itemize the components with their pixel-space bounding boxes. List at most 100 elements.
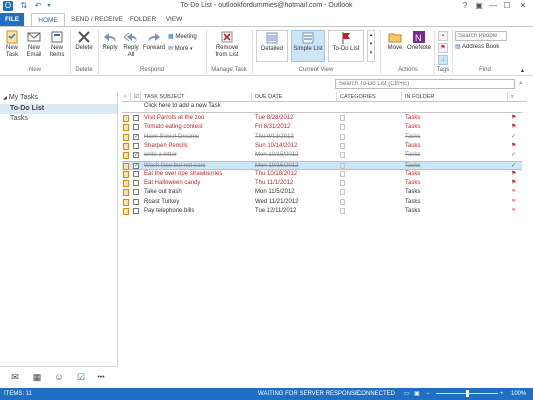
calendar-icon[interactable]: ▦: [30, 372, 44, 383]
category-box[interactable]: [340, 115, 345, 121]
flag-icon[interactable]: ⚑: [511, 198, 521, 207]
task-subject[interactable]: Sharpen Pencils: [144, 142, 252, 151]
tab-view[interactable]: VIEW: [161, 13, 187, 26]
minimize-button[interactable]: —: [486, 0, 500, 12]
task-subject[interactable]: write a letter: [144, 151, 252, 160]
table-row[interactable]: Eat the over ripe strawberries Thu 10/18/…: [122, 170, 522, 179]
complete-checkbox[interactable]: [133, 115, 139, 121]
complete-checkbox[interactable]: [133, 189, 139, 196]
help-button[interactable]: ?: [458, 0, 472, 12]
tasks-icon[interactable]: ☑: [74, 372, 88, 383]
follow-up-button[interactable]: ⚑: [438, 43, 448, 53]
flag-icon[interactable]: ⚑: [511, 179, 521, 188]
category-box[interactable]: [340, 198, 345, 205]
category-box[interactable]: [340, 162, 345, 169]
onenote-button[interactable]: N OneNote: [406, 30, 432, 52]
new-items-button[interactable]: New Items: [46, 30, 68, 59]
icon-column-header[interactable]: ▫: [122, 92, 131, 102]
new-task-prompt[interactable]: Click here to add a new Task: [144, 103, 221, 109]
more-apps-button[interactable]: •••: [94, 372, 108, 383]
table-row[interactable]: Roast Turkey Wed 11/21/2012 Tasks ⚑: [122, 198, 522, 207]
tab-folder[interactable]: FOLDER: [128, 13, 158, 26]
category-box[interactable]: [340, 180, 345, 187]
meeting-button[interactable]: ▦ Meeting: [168, 33, 197, 42]
category-box[interactable]: [340, 189, 345, 196]
tab-home[interactable]: HOME: [31, 13, 65, 27]
table-row[interactable]: ✓ Wash face but not ears Mon 10/15/2012 Tas…: [122, 160, 522, 170]
flag-icon[interactable]: ⚑: [511, 114, 521, 123]
completed-check-icon[interactable]: ✓: [511, 133, 521, 142]
normal-view-icon[interactable]: ▭: [404, 388, 410, 400]
forward-button[interactable]: Forward: [142, 30, 166, 52]
address-book-button[interactable]: ▤ Address Book: [455, 43, 499, 52]
search-people-input[interactable]: [455, 31, 507, 41]
nav-item-to-do-list[interactable]: To-Do List: [10, 105, 44, 112]
new-email-button[interactable]: New Email: [24, 30, 44, 59]
complete-checkbox[interactable]: [133, 142, 139, 149]
complete-checkbox[interactable]: ✓: [133, 162, 139, 169]
table-row[interactable]: Visit Parrots at the zoo Tue 8/28/2012 Tas…: [122, 114, 522, 123]
people-icon[interactable]: ☺: [52, 372, 66, 383]
view-simple-list-button[interactable]: Simple List: [291, 30, 325, 62]
nav-header[interactable]: ◢ My Tasks: [3, 94, 38, 101]
move-button[interactable]: Move: [384, 30, 406, 52]
mail-icon[interactable]: ✉: [8, 372, 22, 383]
zoom-in-icon[interactable]: +: [500, 388, 504, 400]
complete-checkbox[interactable]: ✓: [133, 133, 139, 140]
completed-check-icon[interactable]: ✓: [511, 151, 521, 160]
search-input[interactable]: [335, 79, 515, 89]
task-subject[interactable]: Tomato eating contest: [144, 123, 252, 132]
complete-checkbox[interactable]: [133, 124, 139, 131]
view-detailed-button[interactable]: Detailed: [256, 30, 288, 62]
complete-checkbox[interactable]: [133, 198, 139, 205]
task-subject[interactable]: Eat the over ripe strawberries: [144, 170, 252, 179]
table-row[interactable]: Take out trash Mon 11/5/2012 Tasks ⚑: [122, 188, 522, 197]
task-subject[interactable]: Take out trash: [144, 188, 252, 197]
table-row[interactable]: Tomato eating contest Fri 8/31/2012 Tasks ⚑: [122, 123, 522, 132]
flag-icon[interactable]: ⚑: [511, 207, 521, 216]
subject-column-header[interactable]: TASK SUBJECT: [142, 92, 252, 102]
delete-button[interactable]: Delete: [73, 30, 95, 52]
reply-button[interactable]: Reply: [100, 30, 120, 52]
new-task-button[interactable]: New Task: [2, 30, 22, 59]
category-box[interactable]: [340, 208, 345, 214]
remove-from-list-button[interactable]: Remove from List: [210, 30, 244, 59]
table-row[interactable]: ✓ Have Sweet Dreams Thu 9/13/2012 Tasks ✓: [122, 133, 522, 142]
flag-icon[interactable]: ⚑: [511, 123, 521, 132]
close-button[interactable]: ✕: [516, 0, 530, 12]
view-to-do-list-button[interactable]: To-Do List: [328, 30, 364, 62]
task-subject[interactable]: Pay telephone bills: [144, 207, 252, 216]
ribbon-options-button[interactable]: ▣: [472, 0, 486, 12]
table-row[interactable]: ✓ write a letter Mon 10/15/2012 Tasks ✓: [122, 151, 522, 160]
category-box[interactable]: [340, 152, 345, 159]
complete-checkbox[interactable]: ✓: [133, 152, 139, 159]
task-subject[interactable]: Have Sweet Dreams: [144, 133, 252, 142]
due-date-column-header[interactable]: DUE DATE: [253, 92, 337, 102]
low-importance-button[interactable]: ↓: [438, 55, 448, 65]
folder-column-header[interactable]: IN FOLDER: [403, 92, 508, 102]
complete-checkbox[interactable]: [133, 170, 139, 177]
task-subject[interactable]: Eat Halloween candy: [144, 179, 252, 188]
category-box[interactable]: [340, 124, 345, 131]
collapse-ribbon-icon[interactable]: ▴: [521, 67, 524, 76]
zoom-slider-thumb[interactable]: [466, 390, 469, 397]
zoom-out-icon[interactable]: −: [426, 388, 430, 400]
category-box[interactable]: [340, 133, 345, 140]
flag-icon[interactable]: ⚑: [511, 142, 521, 151]
maximize-button[interactable]: ☐: [500, 0, 514, 12]
complete-column-header[interactable]: ☑: [132, 92, 141, 102]
view-gallery-scroll[interactable]: ▴ ▾ ▾: [367, 30, 375, 62]
categorize-button[interactable]: ▪: [438, 31, 448, 41]
tab-file[interactable]: FILE: [0, 13, 24, 26]
complete-checkbox[interactable]: [133, 208, 139, 214]
task-subject[interactable]: Roast Turkey: [144, 198, 252, 207]
categories-column-header[interactable]: CATEGORIES: [338, 92, 402, 102]
more-button[interactable]: ✉ More ▾: [168, 45, 193, 54]
flag-filter-icon[interactable]: ▿: [509, 92, 519, 102]
reply-all-button[interactable]: Reply All: [121, 30, 141, 59]
flag-icon[interactable]: ⚑: [511, 188, 521, 197]
flag-icon[interactable]: ⚑: [511, 170, 521, 179]
search-icon[interactable]: ⌕: [516, 79, 526, 89]
task-subject[interactable]: Visit Parrots at the zoo: [144, 114, 252, 123]
table-row[interactable]: Pay telephone bills Tue 12/11/2012 Tasks ⚑: [122, 207, 522, 216]
